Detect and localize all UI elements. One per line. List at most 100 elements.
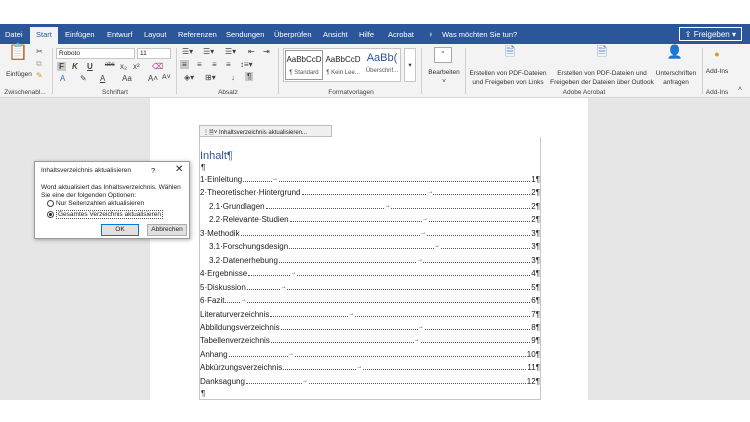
toc-entry[interactable]: 5·Diskussion → 5¶ — [200, 280, 540, 292]
toc-entry[interactable]: 6·Fazit → 6¶ — [200, 293, 540, 306]
signature-icon: 👤 — [666, 44, 684, 59]
radio-entire-table[interactable] — [47, 211, 54, 218]
underline-button[interactable]: U — [87, 62, 93, 71]
shrink-font-icon[interactable]: A˅ — [162, 74, 171, 81]
toc-entry-page: 7¶ — [531, 309, 540, 319]
bullets-icon[interactable]: ☰▾ — [182, 47, 193, 56]
tab-entwurf[interactable]: Entwurf — [107, 30, 132, 39]
toc-entry[interactable]: Danksagung → 12¶ — [200, 374, 540, 386]
tell-me-search[interactable]: Was möchten Sie tun? — [442, 30, 517, 39]
collapse-ribbon-icon[interactable]: ˄ — [738, 86, 742, 93]
toc-entry-label: 3.2·Datenerhebung — [200, 255, 279, 265]
grow-font-icon[interactable]: A˄ — [148, 74, 158, 83]
align-right-icon[interactable]: ≡ — [212, 60, 217, 69]
tab-arrow-icon: → — [417, 256, 424, 263]
help-button[interactable]: ? — [151, 166, 155, 175]
font-color-icon[interactable]: A — [100, 74, 105, 83]
tab-start[interactable]: Start — [30, 27, 58, 44]
share-button[interactable]: ⇪ Freigeben ▾ — [678, 27, 742, 41]
styles-more-button[interactable]: ▾ — [404, 48, 416, 82]
toc-entry[interactable]: 2·Theoretischer·Hintergrund → 2¶ — [200, 185, 540, 198]
font-size-select[interactable]: 11 — [137, 48, 171, 59]
style-ueberschrift[interactable]: AaBb(Überschrif... — [363, 51, 401, 74]
tab-datei[interactable]: Datei — [5, 30, 23, 39]
toc-entry[interactable]: 2.1·Grundlagen → 2¶ — [200, 199, 540, 211]
tab-ansicht[interactable]: Ansicht — [323, 30, 348, 39]
style-kein-leerraum[interactable]: AaBbCcD ¶ Kein Lee... — [324, 51, 362, 76]
divider — [278, 48, 279, 94]
toc-entry-label: Literaturverzeichnis — [200, 309, 271, 319]
radio-page-numbers[interactable] — [47, 200, 54, 207]
text-effects-icon[interactable]: A — [60, 74, 65, 83]
toc-entry[interactable]: 1·Einleitung → 1¶ — [200, 172, 540, 184]
toc-entry[interactable]: Abbildungsverzeichnis → 8¶ — [200, 320, 540, 332]
toc-entry[interactable]: 4·Ergebnisse → 4¶ — [200, 266, 540, 279]
align-left-icon[interactable]: ≡ — [180, 60, 189, 69]
font-name-select[interactable]: Roboto — [56, 48, 135, 59]
tab-ueberpruefen[interactable]: Überprüfen — [274, 30, 312, 39]
share-icon: ⇪ — [684, 30, 694, 39]
tab-layout[interactable]: Layout — [144, 30, 167, 39]
change-case-icon[interactable]: Aa — [122, 74, 132, 83]
toc-entry-label: 1·Einleitung — [200, 175, 244, 184]
decrease-indent-icon[interactable]: ⇤ — [248, 47, 255, 56]
update-toc-button[interactable]: Inhaltsverzeichnis aktualisieren... — [219, 130, 307, 136]
toc-entry-page: 4¶ — [531, 269, 540, 279]
subscript-button[interactable]: x₂ — [120, 62, 127, 71]
copy-icon[interactable]: ⧉ — [36, 59, 42, 69]
multilevel-list-icon[interactable]: ☰▾ — [225, 47, 236, 56]
edit-button[interactable]: Bearbeiten ˅ — [425, 68, 463, 86]
italic-button[interactable]: K — [72, 62, 78, 71]
style-standard[interactable]: AaBbCcD ¶ Standard — [285, 50, 323, 80]
toc-entry[interactable]: Abkürzungsverzeichnis → 11¶ — [200, 360, 540, 373]
search-icon[interactable]: ⌕ — [434, 47, 452, 63]
sort-icon[interactable]: ↓ — [231, 73, 235, 82]
toc-entry-label: Abkürzungsverzeichnis — [200, 363, 284, 373]
pilcrow: ¶ — [201, 389, 206, 398]
request-signatures-button[interactable]: Unterschriften anfragen — [652, 69, 700, 87]
addins-button[interactable]: Add-Ins — [704, 67, 730, 76]
tab-acrobat[interactable]: Acrobat — [388, 30, 414, 39]
clear-formatting-icon[interactable]: ⌫ — [152, 62, 163, 71]
toc-entry[interactable]: Anhang → 10¶ — [200, 347, 540, 359]
ribbon: 📋 Einfügen ✂ ⧉ ✎ Zwischenabl... Roboto 1… — [0, 44, 750, 98]
cancel-button[interactable]: Abbrechen — [147, 224, 187, 236]
shading-icon[interactable]: ◈▾ — [184, 73, 194, 82]
toc-leader: → — [270, 310, 531, 317]
divider — [702, 48, 703, 94]
numbering-icon[interactable]: ☰▾ — [203, 47, 214, 56]
toc-entry[interactable]: 3·Methodik → 3¶ — [200, 226, 540, 238]
close-icon[interactable]: ✕ — [175, 164, 183, 175]
toc-entry[interactable]: Literaturverzeichnis → 7¶ — [200, 307, 540, 319]
strikethrough-button[interactable]: abc — [105, 62, 115, 68]
toc-entry-page: 2¶ — [531, 188, 540, 198]
tab-einfuegen[interactable]: Einfügen — [65, 30, 95, 39]
option-entire-table[interactable]: Gesamtes Verzeichnis aktualisieren — [47, 210, 163, 219]
group-label-styles: Formatvorlagen — [328, 89, 374, 96]
cut-icon[interactable]: ✂ — [36, 47, 43, 56]
tab-referenzen[interactable]: Referenzen — [178, 30, 217, 39]
borders-icon[interactable]: ⊞▾ — [205, 73, 216, 82]
toc-entry[interactable]: 2.2·Relevante·Studien → 2¶ — [200, 212, 540, 225]
toc-entry[interactable]: 3.2·Datenerhebung → 3¶ — [200, 253, 540, 265]
show-formatting-icon[interactable]: ¶ — [245, 72, 254, 81]
tab-hilfe[interactable]: Hilfe — [359, 30, 374, 39]
increase-indent-icon[interactable]: ⇥ — [263, 47, 270, 56]
ok-button[interactable]: OK — [101, 224, 139, 236]
toc-entry[interactable]: Tabellenverzeichnis → 9¶ — [200, 333, 540, 346]
create-pdf-share-links-button[interactable]: Erstellen von PDF-Dateien und Freigeben … — [468, 69, 548, 87]
paste-button[interactable]: Einfügen — [2, 70, 36, 79]
toc-entry[interactable]: 3.1·Forschungsdesign → 3¶ — [200, 239, 540, 252]
highlight-icon[interactable]: ✎ — [80, 74, 87, 83]
tab-sendungen[interactable]: Sendungen — [226, 30, 264, 39]
superscript-button[interactable]: x² — [133, 62, 140, 71]
toc-leader: → — [240, 229, 531, 236]
format-painter-icon[interactable]: ✎ — [36, 71, 43, 80]
create-pdf-outlook-button[interactable]: Erstellen von PDF-Dateien und Freigeben … — [550, 69, 654, 87]
line-spacing-icon[interactable]: ↕≡▾ — [240, 60, 253, 69]
option-page-numbers-only[interactable]: Nur Seitenzahlen aktualisieren — [47, 200, 144, 207]
justify-icon[interactable]: ≡ — [226, 60, 231, 69]
bold-button[interactable]: F — [57, 62, 66, 71]
toc-menu-icon[interactable]: ⋮🗎˅ — [203, 130, 219, 136]
align-center-icon[interactable]: ≡ — [197, 60, 202, 69]
